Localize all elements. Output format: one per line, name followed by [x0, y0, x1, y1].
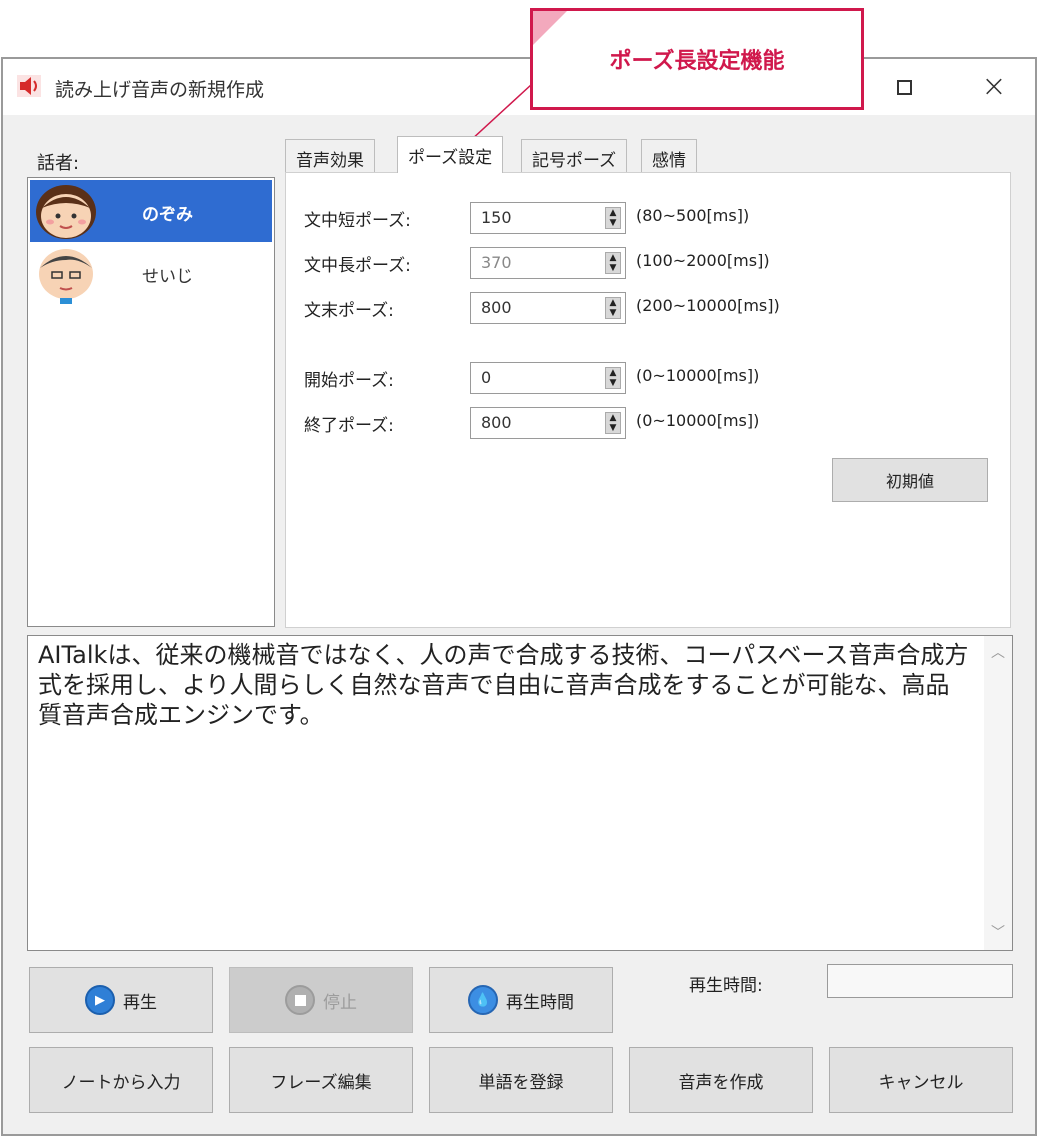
sentence-end-pause-spinbox[interactable]: 800 ▲ ▼: [470, 292, 626, 324]
title-bar: 読み上げ音声の新規作成 ×: [3, 59, 1035, 115]
maximize-icon: [896, 79, 912, 95]
pause-label: 文中長ポーズ:: [304, 256, 411, 276]
play-button[interactable]: ▶ 再生: [29, 967, 213, 1033]
default-values-button[interactable]: 初期値: [832, 458, 988, 502]
close-button[interactable]: ×: [949, 59, 1039, 115]
short-pause-spinbox[interactable]: 150 ▲ ▼: [470, 202, 626, 234]
play-label: 再生: [123, 992, 157, 1013]
maximize-button[interactable]: [859, 59, 949, 115]
pause-range: (200~10000[ms]): [636, 296, 780, 315]
spin-arrows-icon[interactable]: ▲ ▼: [605, 412, 621, 434]
spinbox-value: 370: [481, 253, 512, 272]
pause-label: 終了ポーズ:: [304, 416, 394, 436]
end-pause-spinbox[interactable]: 800 ▲ ▼: [470, 407, 626, 439]
phrase-edit-button[interactable]: フレーズ編集: [229, 1047, 413, 1113]
pause-label: 開始ポーズ:: [304, 371, 394, 391]
tab-pause-settings[interactable]: ポーズ設定: [397, 136, 504, 173]
seiji-avatar: [39, 249, 93, 304]
scroll-down-icon[interactable]: ﹀: [984, 920, 1012, 946]
speaker-list[interactable]: のぞみ せいじ: [27, 177, 275, 627]
speaker-icon: [17, 75, 41, 97]
speaker-label: 話者:: [37, 153, 80, 174]
spinbox-value: 800: [481, 413, 512, 432]
app-window: 読み上げ音声の新規作成 × 話者: のぞみ せいじ 音声効果 ポーズ設定 記号ポ…: [1, 57, 1037, 1136]
close-icon: ×: [981, 69, 1007, 104]
play-time-button[interactable]: 💧 再生時間: [429, 967, 613, 1033]
register-word-button[interactable]: 単語を登録: [429, 1047, 613, 1113]
pause-label: 文中短ポーズ:: [304, 211, 411, 231]
tab-voice-effect[interactable]: 音声効果: [285, 139, 375, 173]
stop-label: 停止: [323, 992, 357, 1013]
pause-range: (100~2000[ms]): [636, 251, 770, 270]
synthesis-text-area[interactable]: AITalkは、従来の機械音ではなく、人の声で合成する技術、コーパスベース音声合…: [27, 635, 1013, 951]
scroll-up-icon[interactable]: ︿: [984, 640, 1012, 666]
vertical-scrollbar[interactable]: ︿ ﹀: [984, 636, 1012, 950]
pause-range: (0~10000[ms]): [636, 366, 760, 385]
play-time-field: [827, 964, 1013, 998]
spin-arrows-icon[interactable]: ▲ ▼: [605, 297, 621, 319]
pause-range: (80~500[ms]): [636, 206, 750, 225]
stop-button[interactable]: 停止: [229, 967, 413, 1033]
spinbox-value: 150: [481, 208, 512, 227]
stop-icon: [285, 985, 315, 1015]
start-pause-spinbox[interactable]: 0 ▲ ▼: [470, 362, 626, 394]
pause-feature-callout: ポーズ長設定機能: [530, 8, 864, 110]
window-title: 読み上げ音声の新規作成: [55, 79, 265, 101]
play-time-label: 再生時間:: [689, 976, 763, 996]
speaker-name: のぞみ: [142, 205, 193, 225]
speaker-name: せいじ: [142, 267, 193, 287]
input-from-notes-button[interactable]: ノートから入力: [29, 1047, 213, 1113]
play-icon: ▶: [85, 985, 115, 1015]
spin-arrows-icon[interactable]: ▲ ▼: [605, 252, 621, 274]
pause-label: 文末ポーズ:: [304, 301, 394, 321]
spin-arrows-icon[interactable]: ▲ ▼: [605, 367, 621, 389]
spin-arrows-icon[interactable]: ▲ ▼: [605, 207, 621, 229]
cancel-button[interactable]: キャンセル: [829, 1047, 1013, 1113]
spinbox-value: 800: [481, 298, 512, 317]
long-pause-spinbox[interactable]: 370 ▲ ▼: [470, 247, 626, 279]
nozomi-avatar: [36, 185, 96, 239]
timer-icon: 💧: [468, 985, 498, 1015]
callout-text: ポーズ長設定機能: [609, 49, 785, 74]
play-time-button-label: 再生時間: [506, 992, 574, 1013]
create-audio-button[interactable]: 音声を作成: [629, 1047, 813, 1113]
text-content: AITalkは、従来の機械音ではなく、人の声で合成する技術、コーパスベース音声合…: [38, 641, 969, 729]
speaker-item-nozomi[interactable]: のぞみ: [30, 180, 272, 242]
speaker-item-seiji[interactable]: せいじ: [30, 242, 272, 304]
pause-settings-panel: 文中短ポーズ: 150 ▲ ▼ (80~500[ms]) 文中長ポーズ: 370 …: [285, 172, 1011, 628]
tab-symbol-pause[interactable]: 記号ポーズ: [521, 139, 628, 173]
tab-emotion[interactable]: 感情: [641, 139, 697, 173]
pause-range: (0~10000[ms]): [636, 411, 760, 430]
spinbox-value: 0: [481, 368, 492, 387]
callout-corner: [533, 11, 567, 45]
